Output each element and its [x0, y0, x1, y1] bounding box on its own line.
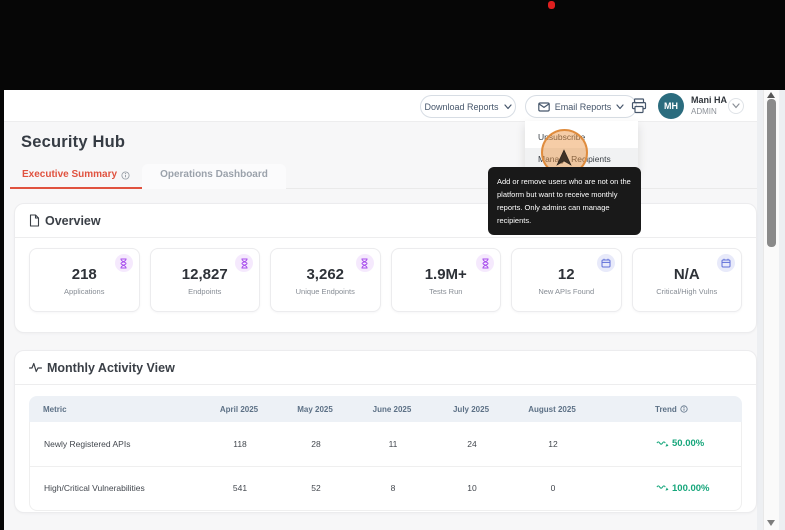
col-july: July 2025 [452, 404, 490, 414]
cell-value: 118 [233, 438, 247, 449]
cell-value: 52 [311, 483, 321, 494]
app-window: Download Reports Email Reports MH Mani H… [4, 90, 785, 530]
scroll-down-arrow-icon[interactable] [767, 520, 775, 526]
chevron-down-icon [616, 103, 624, 109]
overview-cards: 218 Applications 12,827 Endpoints 3,262 … [29, 248, 742, 312]
stat-card: 1.9M+ Tests Run [390, 248, 501, 312]
monthly-activity-table: Metric April 2025 May 2025 June 2025 Jul… [29, 396, 742, 511]
stat-value: 12,827 [181, 266, 228, 283]
user-menu-button[interactable] [728, 98, 744, 114]
stat-card: N/A Critical/High Vulns [631, 248, 742, 312]
cell-value: 28 [311, 438, 321, 449]
email-icon [537, 101, 550, 112]
user-name: Mani HA [691, 95, 727, 105]
metric-name: Newly Registered APIs [44, 438, 131, 449]
table-row: Newly Registered APIs 118 28 11 24 12 50… [29, 422, 742, 467]
download-reports-button[interactable]: Download Reports [420, 95, 516, 118]
col-trend: Trend [593, 405, 742, 414]
monthly-activity-title: Monthly Activity View [47, 360, 175, 375]
scrollbar-gutter [757, 90, 785, 530]
stat-value: 1.9M+ [424, 266, 467, 283]
cell-value: 24 [467, 438, 477, 449]
monthly-activity-header: Monthly Activity View [15, 351, 756, 385]
user-role: ADMIN [691, 107, 717, 116]
stat-label: Applications [64, 287, 105, 296]
trend-label: Trend [655, 404, 677, 414]
chevron-down-icon [503, 103, 512, 109]
overview-panel: Overview 218 Applications 12,827 Endpoin… [14, 203, 757, 333]
activity-icon [29, 362, 42, 373]
stat-value: 3,262 [306, 266, 345, 283]
monthly-activity-panel: Monthly Activity View Metric April 2025 … [14, 350, 757, 513]
avatar[interactable]: MH [658, 93, 684, 119]
tab-executive-summary[interactable]: Executive Summary [10, 164, 143, 189]
trend-value: 50.00% [672, 438, 705, 450]
table-row: High/Critical Vulnerabilities 541 52 8 1… [29, 466, 742, 511]
print-button[interactable] [630, 97, 648, 115]
stat-label: Unique Endpoints [295, 287, 355, 296]
printer-icon [631, 98, 647, 114]
overview-header: Overview [15, 204, 756, 238]
col-may: May 2025 [297, 404, 333, 414]
cell-value: 0 [550, 483, 556, 494]
manage-recipients-tooltip: Add or remove users who are not on the p… [488, 167, 641, 235]
scrollbar-thumb[interactable] [767, 99, 776, 247]
col-april: April 2025 [219, 404, 259, 414]
trend-value: 100.00% [672, 482, 710, 494]
topbar: Download Reports Email Reports MH Mani H… [4, 90, 757, 122]
stat-value: 218 [71, 266, 97, 283]
trend-cell: 100.00% [594, 483, 741, 494]
tab-label: Operations Dashboard [160, 169, 268, 180]
overview-title: Overview [45, 213, 101, 228]
tab-bar: Executive Summary Operations Dashboard [10, 164, 757, 189]
stat-label: Tests Run [429, 287, 463, 296]
download-reports-label: Download Reports [424, 101, 499, 112]
tab-label: Executive Summary [22, 169, 118, 180]
cell-value: 12 [548, 438, 558, 449]
tab-operations-dashboard[interactable]: Operations Dashboard [142, 164, 286, 189]
col-metric: Metric [43, 404, 67, 414]
email-reports-button[interactable]: Email Reports [525, 95, 637, 118]
stat-label: Endpoints [188, 287, 222, 296]
stat-label: Critical/High Vulns [656, 287, 718, 296]
cell-value: 541 [232, 483, 248, 494]
info-icon [680, 405, 688, 413]
avatar-initials: MH [664, 101, 678, 111]
trend-down-icon [656, 485, 669, 491]
stat-label: New APIs Found [538, 287, 595, 296]
page-title: Security Hub [21, 133, 126, 151]
hourglass-icon [235, 254, 253, 272]
col-june: June 2025 [372, 404, 412, 414]
trend-cell: 50.00% [594, 438, 741, 449]
recording-indicator-dot [548, 1, 555, 9]
stat-card: 218 Applications [29, 248, 140, 312]
calendar-icon [596, 254, 615, 272]
cell-value: 8 [390, 483, 396, 494]
table-header-row: Metric April 2025 May 2025 June 2025 Jul… [29, 396, 742, 422]
document-icon [29, 214, 40, 227]
stat-value: 12 [557, 266, 575, 283]
hourglass-icon [114, 254, 133, 272]
email-reports-label: Email Reports [554, 101, 612, 112]
chevron-down-icon [732, 103, 740, 109]
hourglass-icon [355, 254, 374, 272]
stat-value: N/A [673, 266, 700, 283]
screen: Download Reports Email Reports MH Mani H… [0, 0, 785, 530]
cell-value: 10 [467, 483, 477, 494]
cell-value: 11 [388, 438, 398, 449]
stat-card: 12 New APIs Found [511, 248, 622, 312]
stat-card: 3,262 Unique Endpoints [270, 248, 381, 312]
scroll-up-arrow-icon[interactable] [767, 92, 775, 98]
info-icon [121, 171, 130, 180]
stat-card: 12,827 Endpoints [149, 248, 260, 312]
page-content: Security Hub Executive Summary Operation… [4, 122, 757, 530]
hourglass-icon [476, 254, 494, 272]
calendar-icon [717, 254, 735, 272]
trend-down-icon [656, 441, 669, 447]
metric-name: High/Critical Vulnerabilities [44, 483, 145, 494]
col-august: August 2025 [528, 404, 576, 414]
